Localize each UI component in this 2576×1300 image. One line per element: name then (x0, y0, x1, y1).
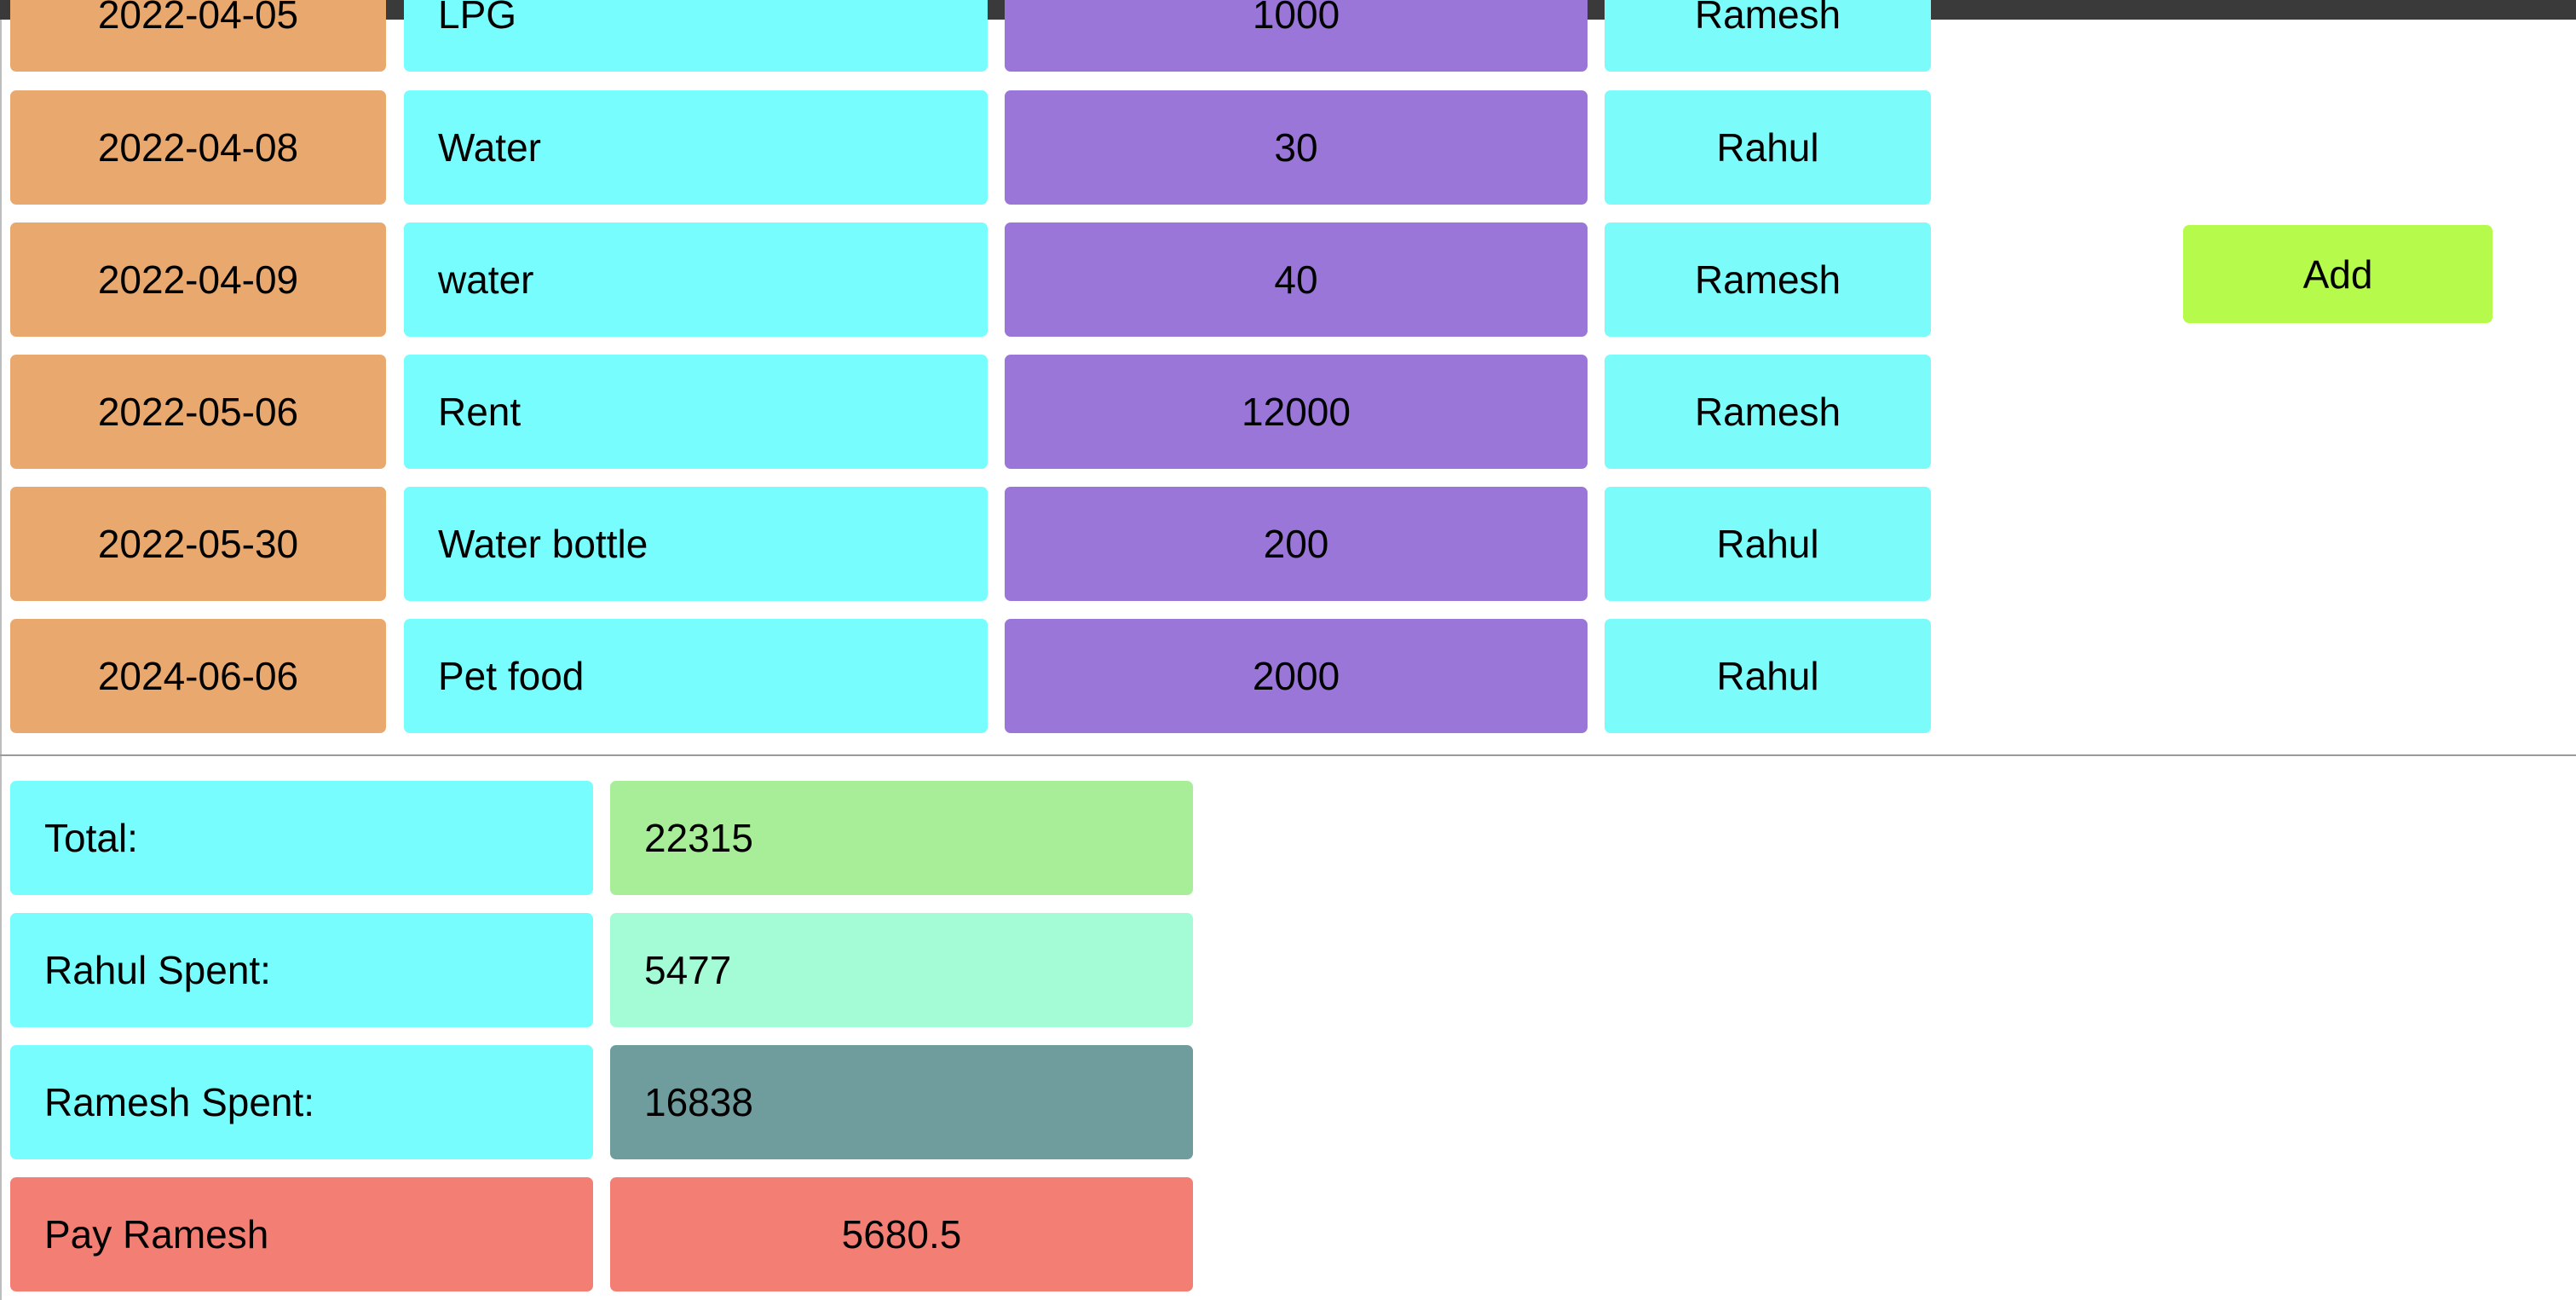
description-cell: LPG (404, 0, 988, 72)
payer-cell: Ramesh (1605, 355, 1931, 469)
rahul-spent-label: Rahul Spent: (10, 913, 593, 1027)
amount-cell: 12000 (1005, 355, 1588, 469)
rahul-spent-value: 5477 (610, 913, 1193, 1027)
payer-cell: Rahul (1605, 619, 1931, 733)
date-cell: 2022-05-30 (10, 487, 386, 601)
description-cell: Water (404, 90, 988, 205)
date-cell: 2022-05-06 (10, 355, 386, 469)
amount-cell: 30 (1005, 90, 1588, 205)
payer-cell: Ramesh (1605, 222, 1931, 337)
frame-border (0, 20, 2, 1300)
ramesh-spent-label: Ramesh Spent: (10, 1045, 593, 1159)
amount-cell: 200 (1005, 487, 1588, 601)
payer-cell: Rahul (1605, 90, 1931, 205)
total-label: Total: (10, 781, 593, 895)
total-value: 22315 (610, 781, 1193, 895)
amount-cell: 40 (1005, 222, 1588, 337)
settlement-label: Pay Ramesh (10, 1177, 593, 1291)
payer-cell: Rahul (1605, 487, 1931, 601)
description-cell: water (404, 222, 988, 337)
description-cell: Rent (404, 355, 988, 469)
section-divider (0, 754, 2576, 756)
ramesh-spent-value: 16838 (610, 1045, 1193, 1159)
payer-cell: Ramesh (1605, 0, 1931, 72)
date-cell: 2024-06-06 (10, 619, 386, 733)
description-cell: Pet food (404, 619, 988, 733)
date-cell: 2022-04-08 (10, 90, 386, 205)
amount-cell: 1000 (1005, 0, 1588, 72)
description-cell: Water bottle (404, 487, 988, 601)
date-cell: 2022-04-09 (10, 222, 386, 337)
add-button[interactable]: Add (2183, 225, 2492, 323)
amount-cell: 2000 (1005, 619, 1588, 733)
date-cell: 2022-04-05 (10, 0, 386, 72)
settlement-amount: 5680.5 (610, 1177, 1193, 1291)
